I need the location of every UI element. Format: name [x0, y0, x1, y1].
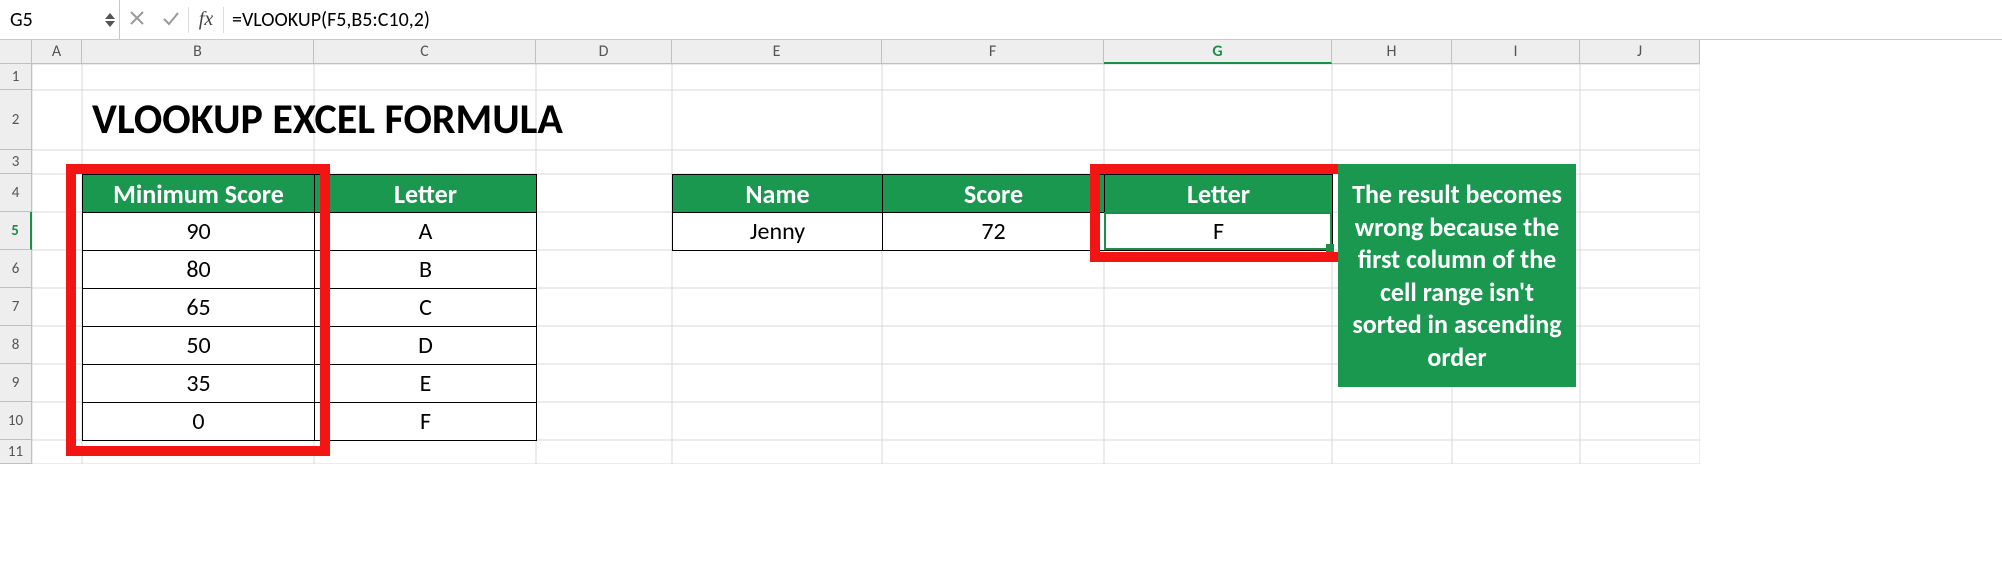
table-cell[interactable]: 50 — [83, 327, 315, 365]
name-box-wrap: G5 — [0, 0, 120, 39]
row-header-10[interactable]: 10 — [0, 402, 32, 440]
chevron-down-icon — [104, 20, 116, 28]
formula-input[interactable]: =VLOOKUP(F5,B5:C10,2) — [224, 8, 2002, 32]
explanation-callout: The result becomes wrong because the fir… — [1338, 164, 1576, 387]
table-header: Name — [673, 175, 883, 213]
fx-label[interactable]: fx — [189, 8, 223, 31]
table-cell[interactable]: D — [315, 327, 537, 365]
check-icon — [162, 10, 180, 26]
table-cell[interactable]: 65 — [83, 289, 315, 327]
table-cell[interactable]: 90 — [83, 213, 315, 251]
table-cell[interactable]: C — [315, 289, 537, 327]
column-headers: ABCDEFGHIJ — [32, 40, 1700, 64]
result-table: NameScoreLetterJenny72F — [672, 174, 1333, 251]
confirm-formula-button[interactable] — [154, 9, 188, 31]
row-header-11[interactable]: 11 — [0, 440, 32, 464]
table-row: Jenny72F — [673, 213, 1333, 251]
cells-area[interactable]: VLOOKUP EXCEL FORMULA Minimum ScoreLette… — [32, 64, 1700, 464]
table-header: Minimum Score — [83, 175, 315, 213]
col-header-I[interactable]: I — [1452, 40, 1580, 64]
table-cell[interactable]: F — [1105, 213, 1333, 251]
col-header-J[interactable]: J — [1580, 40, 1700, 64]
table-row: 65C — [83, 289, 537, 327]
table-row: 50D — [83, 327, 537, 365]
col-header-F[interactable]: F — [882, 40, 1104, 64]
col-header-E[interactable]: E — [672, 40, 882, 64]
table-cell[interactable]: 72 — [883, 213, 1105, 251]
col-header-A[interactable]: A — [32, 40, 82, 64]
table-header: Letter — [315, 175, 537, 213]
row-header-4[interactable]: 4 — [0, 174, 32, 212]
col-header-G[interactable]: G — [1104, 40, 1332, 64]
table-cell[interactable]: A — [315, 213, 537, 251]
row-header-5[interactable]: 5 — [0, 212, 32, 250]
table-cell[interactable]: F — [315, 403, 537, 441]
col-header-C[interactable]: C — [314, 40, 536, 64]
name-box[interactable]: G5 — [10, 8, 101, 32]
chevron-up-icon — [104, 12, 116, 20]
formula-bar: G5 fx =VLOOKUP(F5,B5:C10,2) — [0, 0, 2002, 40]
row-header-9[interactable]: 9 — [0, 364, 32, 402]
table-row: 90A — [83, 213, 537, 251]
col-header-B[interactable]: B — [82, 40, 314, 64]
table-cell[interactable]: 0 — [83, 403, 315, 441]
table-cell[interactable]: E — [315, 365, 537, 403]
table-header: Letter — [1105, 175, 1333, 213]
row-header-8[interactable]: 8 — [0, 326, 32, 364]
table-row: 80B — [83, 251, 537, 289]
page-title: VLOOKUP EXCEL FORMULA — [92, 94, 563, 145]
select-all-corner[interactable] — [0, 40, 32, 64]
row-header-3[interactable]: 3 — [0, 150, 32, 174]
table-row: 35E — [83, 365, 537, 403]
col-header-D[interactable]: D — [536, 40, 672, 64]
table-cell[interactable]: 80 — [83, 251, 315, 289]
table-cell[interactable]: Jenny — [673, 213, 883, 251]
table-cell[interactable]: 35 — [83, 365, 315, 403]
col-header-H[interactable]: H — [1332, 40, 1452, 64]
table-cell[interactable]: B — [315, 251, 537, 289]
table-header: Score — [883, 175, 1105, 213]
name-box-stepper[interactable] — [101, 12, 119, 28]
row-header-7[interactable]: 7 — [0, 288, 32, 326]
cancel-formula-button[interactable] — [120, 9, 154, 31]
row-header-6[interactable]: 6 — [0, 250, 32, 288]
table-row: 0F — [83, 403, 537, 441]
row-header-2[interactable]: 2 — [0, 90, 32, 150]
close-icon — [129, 10, 145, 26]
row-header-1[interactable]: 1 — [0, 64, 32, 90]
lookup-table: Minimum ScoreLetter90A80B65C50D35E0F — [82, 174, 537, 441]
row-headers: 1234567891011 — [0, 64, 32, 464]
